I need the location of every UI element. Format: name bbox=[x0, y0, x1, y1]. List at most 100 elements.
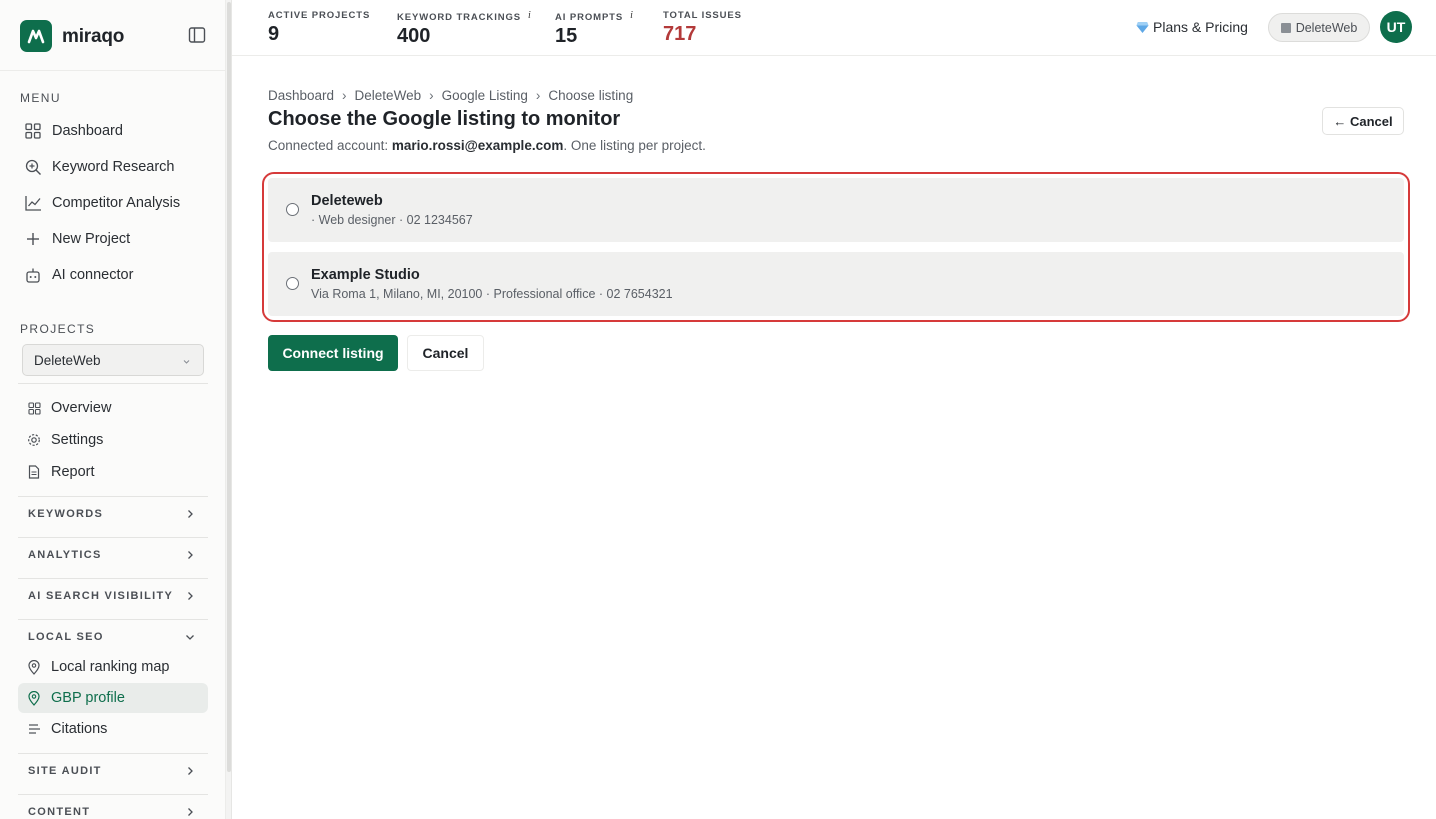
group-site-audit[interactable]: SITE AUDIT bbox=[18, 754, 208, 788]
group-label: CONTENT bbox=[28, 806, 91, 818]
grid-small-icon bbox=[26, 398, 42, 418]
breadcrumb-item-google-listing[interactable]: Google Listing bbox=[442, 88, 528, 103]
plans-pricing-link[interactable]: Plans & Pricing bbox=[1136, 19, 1248, 35]
listing-option[interactable]: Deleteweb · Web designer · 02 1234567 bbox=[268, 178, 1404, 242]
sidebar-scrollbar[interactable] bbox=[226, 0, 232, 819]
breadcrumb-item-current: Choose listing bbox=[548, 88, 634, 103]
stat-value: 15 bbox=[555, 25, 578, 47]
sidebar: miraqo MENU Dashboard Keyword Research C… bbox=[0, 0, 226, 819]
cancel-button[interactable]: Cancel bbox=[407, 335, 484, 371]
sidebar-item-label: Report bbox=[51, 464, 95, 480]
sidebar-item-label: AI connector bbox=[52, 267, 134, 283]
info-icon[interactable]: i bbox=[630, 10, 634, 21]
group-label: ANALYTICS bbox=[28, 549, 102, 561]
page-title: Choose the Google listing to monitor bbox=[268, 108, 621, 130]
sidebar-item-label: Citations bbox=[51, 721, 108, 737]
group-ai-search-visibility[interactable]: AI SEARCH VISIBILITY bbox=[18, 579, 208, 613]
menu-label: MENU bbox=[20, 91, 61, 105]
sidebar-item-keyword-research[interactable]: Keyword Research bbox=[18, 152, 208, 182]
chevron-down-icon bbox=[182, 354, 191, 369]
breadcrumb: Dashboard › DeleteWeb › Google Listing ›… bbox=[268, 88, 633, 103]
chevron-right-icon bbox=[184, 548, 196, 566]
stat-value: 717 bbox=[663, 23, 697, 45]
listing-meta: · Web designer · 02 1234567 bbox=[311, 213, 473, 227]
stat-value: 9 bbox=[268, 23, 280, 45]
plus-icon bbox=[23, 229, 43, 249]
avatar[interactable]: UT bbox=[1380, 11, 1412, 43]
logo-icon bbox=[27, 29, 45, 44]
project-select-value: DeleteWeb bbox=[34, 352, 101, 368]
stat-total-issues: TOTAL ISSUES 717 bbox=[663, 10, 742, 46]
subtitle-prefix: Connected account: bbox=[268, 138, 392, 153]
topbar: ACTIVE PROJECTS 9 KEYWORD TRACKINGS i 400… bbox=[232, 0, 1436, 56]
logo-mark[interactable] bbox=[20, 20, 52, 52]
stat-active-projects: ACTIVE PROJECTS 9 bbox=[268, 10, 370, 46]
stat-label: ACTIVE PROJECTS bbox=[268, 10, 371, 21]
sidebar-item-new-project[interactable]: New Project bbox=[18, 224, 208, 254]
sidebar-item-local-ranking-map[interactable]: Local ranking map bbox=[18, 652, 208, 682]
listing-option[interactable]: Example Studio Via Roma 1, Milano, MI, 2… bbox=[268, 252, 1404, 316]
group-label: AI SEARCH VISIBILITY bbox=[28, 590, 174, 602]
listing-meta: Via Roma 1, Milano, MI, 20100 · Professi… bbox=[311, 287, 673, 301]
group-label: SITE AUDIT bbox=[28, 765, 102, 777]
projects-label: PROJECTS bbox=[20, 322, 96, 336]
breadcrumb-separator: › bbox=[429, 88, 434, 103]
group-label: LOCAL SEO bbox=[28, 631, 104, 643]
group-label: KEYWORDS bbox=[28, 508, 104, 520]
breadcrumb-separator: › bbox=[535, 88, 541, 103]
sidebar-item-label: Local ranking map bbox=[51, 659, 170, 675]
sidebar-item-label: Keyword Research bbox=[52, 159, 175, 175]
chevron-right-icon bbox=[184, 507, 196, 525]
scrollbar-thumb[interactable] bbox=[227, 2, 231, 772]
search-plus-icon bbox=[23, 157, 43, 177]
cancel-top-button[interactable]: ← Cancel bbox=[1322, 107, 1404, 135]
breadcrumb-item-project[interactable]: DeleteWeb bbox=[355, 88, 422, 103]
gem-icon bbox=[1136, 21, 1149, 33]
sidebar-item-gbp-profile[interactable]: GBP profile bbox=[18, 683, 208, 713]
plans-pricing-label: Plans & Pricing bbox=[1153, 19, 1248, 35]
group-content[interactable]: CONTENT bbox=[18, 795, 208, 819]
listing-radio[interactable] bbox=[286, 277, 299, 290]
sidebar-item-label: Dashboard bbox=[52, 123, 123, 139]
grid-icon bbox=[23, 121, 43, 141]
stat-ai-prompts: AI PROMPTS i 15 bbox=[555, 10, 634, 48]
group-keywords[interactable]: KEYWORDS bbox=[18, 497, 208, 531]
sidebar-item-label: Overview bbox=[51, 400, 112, 416]
sidebar-item-competitor-analysis[interactable]: Competitor Analysis bbox=[18, 188, 208, 218]
stat-label: KEYWORD TRACKINGS bbox=[397, 12, 522, 23]
stat-label: TOTAL ISSUES bbox=[663, 10, 742, 21]
building-icon bbox=[1280, 22, 1291, 33]
list-icon bbox=[26, 719, 42, 739]
chevron-right-icon bbox=[184, 805, 196, 819]
chevron-right-icon bbox=[184, 589, 196, 607]
sidebar-toggle-icon[interactable] bbox=[188, 26, 208, 46]
sidebar-item-report[interactable]: Report bbox=[18, 457, 208, 487]
sidebar-item-dashboard[interactable]: Dashboard bbox=[18, 116, 208, 146]
stat-label: AI PROMPTS bbox=[555, 12, 624, 23]
breadcrumb-separator: › bbox=[342, 88, 347, 103]
group-local-seo[interactable]: LOCAL SEO bbox=[18, 620, 208, 654]
sidebar-item-ai-connector[interactable]: AI connector bbox=[18, 260, 208, 290]
chevron-down-icon bbox=[184, 630, 196, 648]
listing-radio[interactable] bbox=[286, 203, 299, 216]
breadcrumb-item-dashboard[interactable]: Dashboard bbox=[268, 88, 334, 103]
sidebar-item-citations[interactable]: Citations bbox=[18, 714, 208, 744]
chevron-right-icon bbox=[184, 764, 196, 782]
account-email: mario.rossi@example.com bbox=[391, 138, 564, 153]
listing-name: Deleteweb bbox=[311, 193, 383, 209]
project-select[interactable]: DeleteWeb bbox=[22, 344, 204, 376]
workspace-name: DeleteWeb bbox=[1295, 20, 1358, 35]
map-pin-icon bbox=[26, 657, 42, 677]
connect-listing-button[interactable]: Connect listing bbox=[268, 335, 398, 371]
group-analytics[interactable]: ANALYTICS bbox=[18, 538, 208, 572]
sidebar-item-settings[interactable]: Settings bbox=[18, 425, 208, 455]
info-icon[interactable]: i bbox=[528, 10, 532, 21]
sidebar-item-overview[interactable]: Overview bbox=[18, 393, 208, 423]
stat-value: 400 bbox=[397, 25, 431, 47]
sidebar-item-label: New Project bbox=[52, 231, 131, 247]
page-subtitle: Connected account: mario.rossi@example.c… bbox=[268, 138, 706, 153]
workspace-pill[interactable]: DeleteWeb bbox=[1268, 13, 1370, 42]
sidebar-item-label: GBP profile bbox=[51, 690, 125, 706]
map-pin-icon bbox=[26, 688, 42, 708]
robot-icon bbox=[23, 265, 43, 285]
